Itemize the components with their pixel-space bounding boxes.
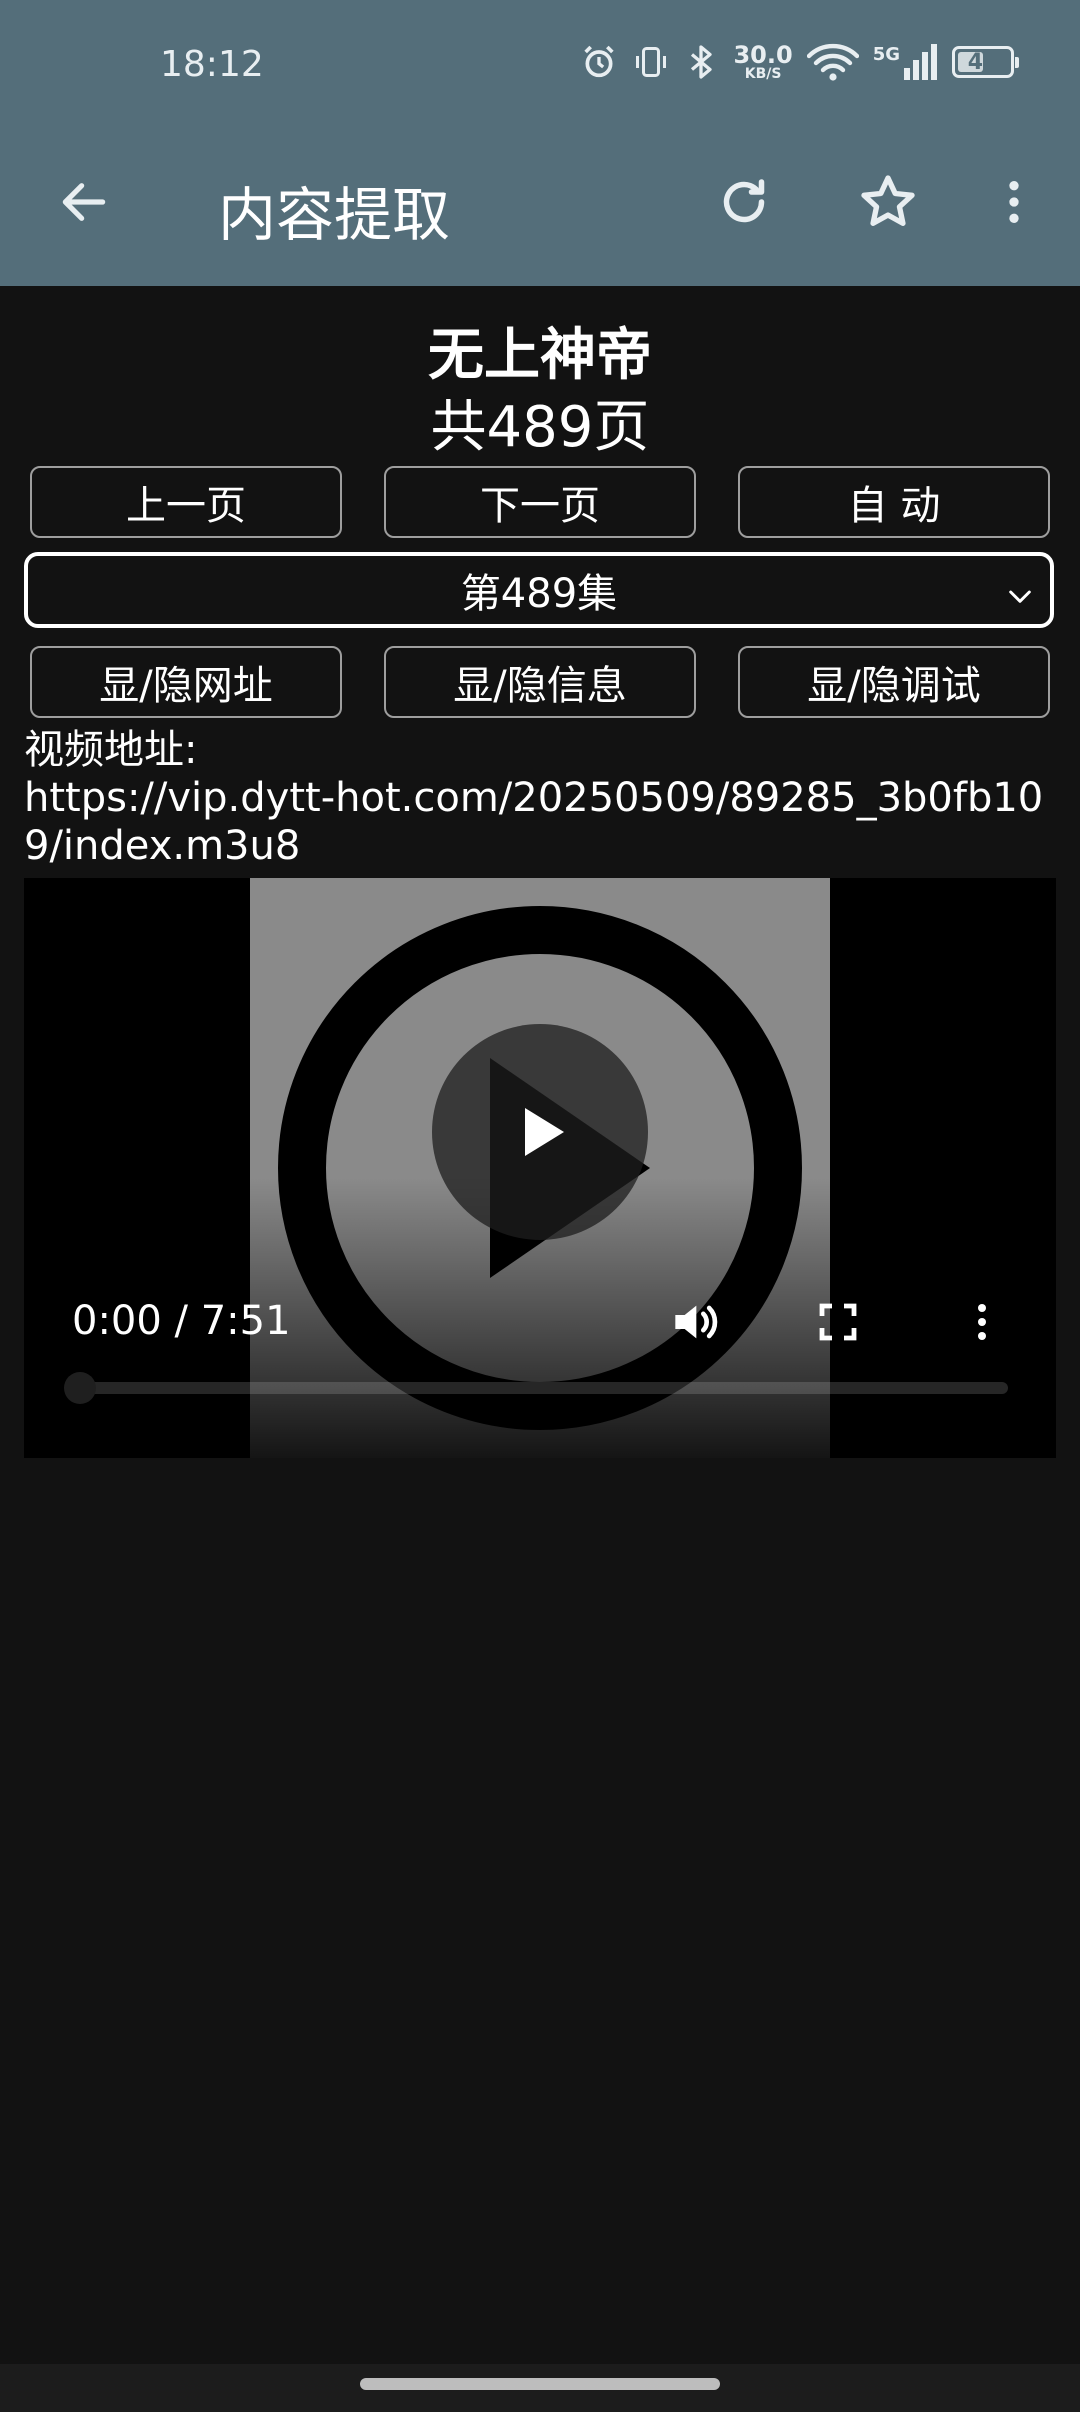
play-button[interactable]: [432, 1024, 648, 1240]
volume-icon: [675, 1305, 718, 1339]
bluetooth-icon: [683, 42, 719, 82]
battery-level: 44: [967, 49, 999, 75]
prev-page-button[interactable]: 上一页: [30, 466, 342, 538]
battery-icon: 44: [952, 46, 1019, 78]
video-more-button[interactable]: [950, 1290, 1014, 1354]
wifi-icon: [806, 42, 859, 82]
volume-button[interactable]: [662, 1290, 726, 1354]
more-options-button[interactable]: [974, 162, 1054, 242]
more-vertical-icon: [1009, 181, 1019, 223]
back-button[interactable]: [44, 162, 124, 242]
network-type: 5G: [872, 44, 900, 65]
next-page-button[interactable]: 下一页: [384, 466, 696, 538]
auto-button[interactable]: 自 动: [738, 466, 1050, 538]
star-icon: [861, 175, 915, 226]
video-progress-bar[interactable]: [64, 1372, 1008, 1404]
progress-thumb[interactable]: [64, 1372, 96, 1404]
chevron-down-icon: [1004, 576, 1036, 622]
video-url: https://vip.dytt-hot.com/20250509/89285_…: [24, 775, 1044, 869]
video-player[interactable]: 0:00 / 7:51: [24, 878, 1056, 1458]
book-title: 无上神帝: [428, 323, 652, 388]
alarm-icon: [579, 42, 619, 82]
gesture-handle[interactable]: [360, 2378, 720, 2390]
fullscreen-button[interactable]: [806, 1290, 870, 1354]
episode-select[interactable]: 第489集: [24, 552, 1054, 628]
status-icons: 30.0 KB/S 5G 44: [579, 41, 1019, 82]
status-time: 18:12: [160, 44, 264, 85]
favorite-button[interactable]: [848, 162, 928, 242]
episode-select-value: 第489集: [460, 571, 618, 617]
refresh-button[interactable]: [704, 162, 784, 242]
video-url-label: 视频地址:: [24, 727, 198, 773]
toggle-info-button[interactable]: 显/隐信息: [384, 646, 696, 718]
more-vertical-icon: [978, 1304, 986, 1340]
page-count: 共489页: [430, 395, 650, 460]
toggle-debug-button[interactable]: 显/隐调试: [738, 646, 1050, 718]
toggle-url-button[interactable]: 显/隐网址: [30, 646, 342, 718]
arrow-left-icon: [62, 183, 106, 221]
cellular-signal: 5G: [873, 44, 938, 80]
play-icon: [525, 1108, 564, 1156]
refresh-icon: [723, 179, 765, 223]
vibrate-icon: [633, 42, 669, 82]
page-title: 内容提取: [218, 181, 451, 249]
fullscreen-icon: [819, 1303, 857, 1341]
video-time: 0:00 / 7:51: [72, 1298, 291, 1344]
network-speed: 30.0 KB/S: [733, 41, 793, 82]
app-header: 18:12 30.0 KB/S 5G 44 内容提取: [0, 0, 1080, 286]
signal-bars-icon: [904, 44, 937, 80]
